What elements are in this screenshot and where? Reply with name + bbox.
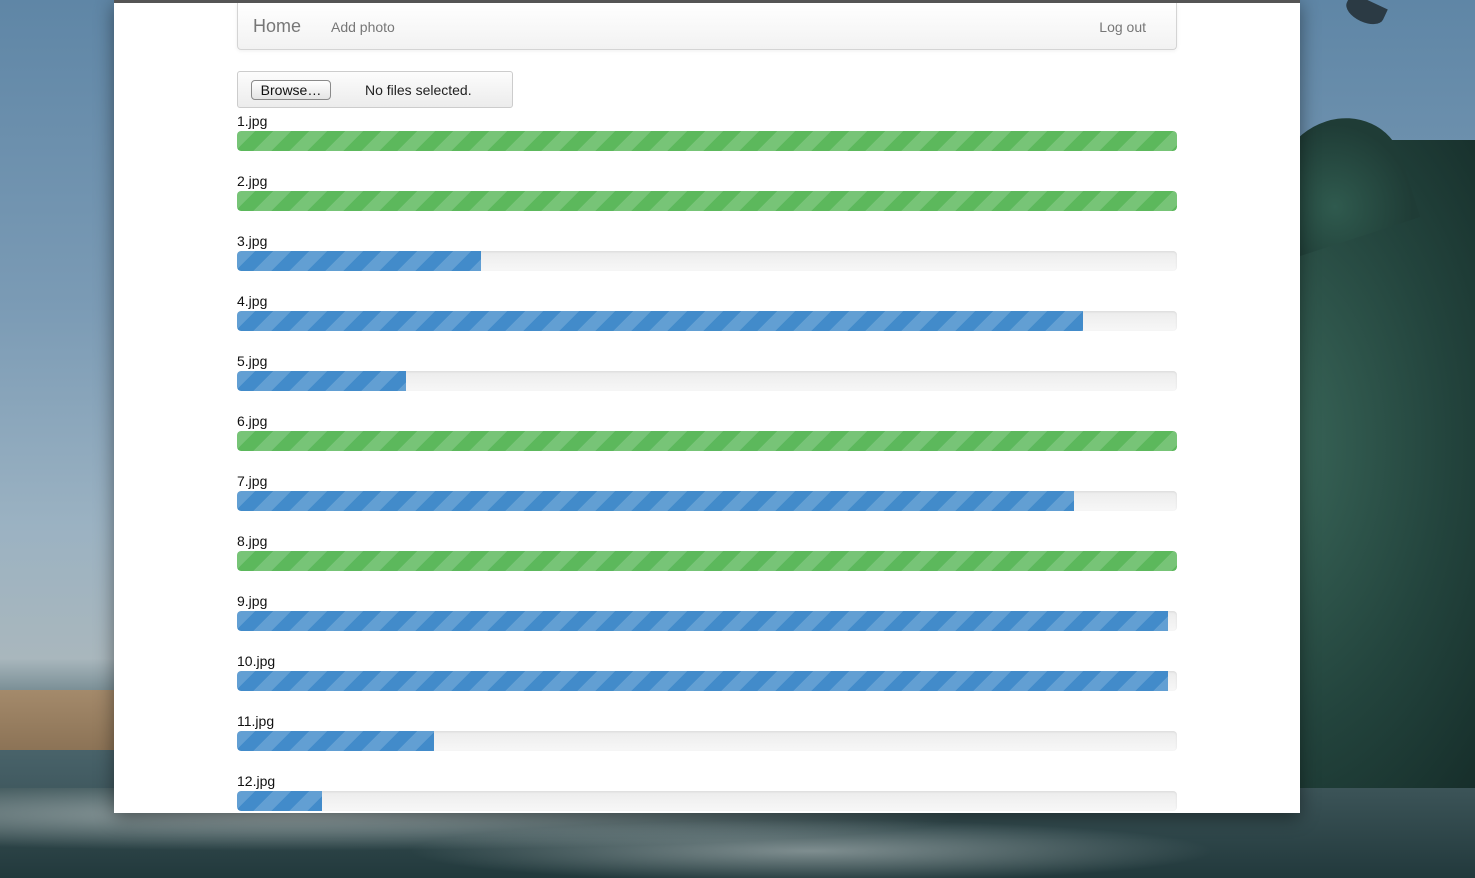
upload-progress-track — [237, 791, 1177, 811]
nav-add-photo-link[interactable]: Add photo — [331, 19, 395, 35]
upload-progress-track — [237, 431, 1177, 451]
upload-progress-bar — [237, 371, 407, 391]
upload-file-name: 10.jpg — [237, 653, 276, 669]
upload-progress-track — [237, 731, 1177, 751]
upload-progress-track — [237, 191, 1177, 211]
upload-file-name: 9.jpg — [237, 593, 268, 609]
file-status-text: No files selected. — [365, 82, 472, 98]
upload-file-name: 11.jpg — [237, 713, 275, 729]
upload-progress-bar — [237, 251, 482, 271]
navbar: Home Add photo Log out — [237, 3, 1177, 50]
upload-progress-track — [237, 551, 1177, 571]
upload-item: 7.jpg — [237, 472, 1177, 532]
upload-item: 9.jpg — [237, 592, 1177, 652]
wallpaper-shore — [0, 690, 130, 750]
file-input[interactable]: Browse… No files selected. — [237, 71, 513, 108]
upload-file-name: 1.jpg — [237, 113, 268, 129]
upload-progress-bar — [237, 431, 1177, 451]
upload-progress-track — [237, 131, 1177, 151]
nav-logout-link[interactable]: Log out — [1099, 19, 1146, 35]
upload-item: 2.jpg — [237, 172, 1177, 232]
upload-item: 6.jpg — [237, 412, 1177, 472]
upload-file-name: 8.jpg — [237, 533, 268, 549]
upload-file-name: 3.jpg — [237, 233, 268, 249]
upload-item: 5.jpg — [237, 352, 1177, 412]
upload-progress-track — [237, 371, 1177, 391]
upload-item: 8.jpg — [237, 532, 1177, 592]
desktop-background: Home Add photo Log out Browse… No files … — [0, 0, 1475, 878]
wallpaper-dolphin — [1342, 0, 1388, 30]
upload-progress-track — [237, 491, 1177, 511]
upload-item: 12.jpg — [237, 772, 1177, 813]
upload-file-name: 4.jpg — [237, 293, 268, 309]
upload-progress-bar — [237, 791, 322, 811]
upload-progress-track — [237, 311, 1177, 331]
upload-progress-bar — [237, 551, 1177, 571]
upload-progress-bar — [237, 671, 1168, 691]
upload-progress-bar — [237, 131, 1177, 151]
upload-item: 4.jpg — [237, 292, 1177, 352]
nav-home-link[interactable]: Home — [253, 16, 301, 37]
upload-progress-track — [237, 251, 1177, 271]
upload-item: 11.jpg — [237, 712, 1177, 772]
upload-progress-bar — [237, 191, 1177, 211]
upload-progress-bar — [237, 311, 1083, 331]
upload-file-name: 2.jpg — [237, 173, 268, 189]
upload-item: 1.jpg — [237, 112, 1177, 172]
upload-progress-bar — [237, 611, 1168, 631]
upload-file-name: 12.jpg — [237, 773, 276, 789]
upload-item: 3.jpg — [237, 232, 1177, 292]
upload-progress-bar — [237, 491, 1074, 511]
browser-window: Home Add photo Log out Browse… No files … — [114, 0, 1300, 813]
upload-file-name: 7.jpg — [237, 473, 268, 489]
upload-list: 1.jpg 2.jpg 3.jpg 4.jpg 5.jpg 6.jpg 7.jpg 8.jpg… — [237, 112, 1177, 813]
upload-progress-bar — [237, 731, 435, 751]
upload-item: 10.jpg — [237, 652, 1177, 712]
upload-progress-track — [237, 611, 1177, 631]
upload-progress-track — [237, 671, 1177, 691]
upload-file-name: 6.jpg — [237, 413, 268, 429]
upload-file-name: 5.jpg — [237, 353, 268, 369]
browse-button[interactable]: Browse… — [251, 80, 331, 100]
